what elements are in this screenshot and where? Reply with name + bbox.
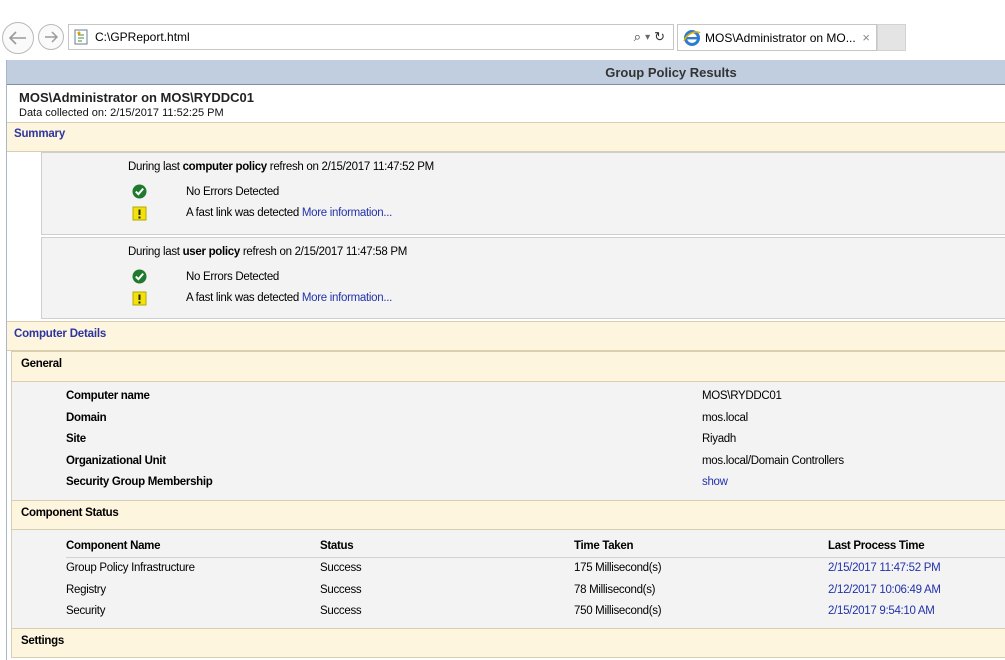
header-divider [66, 557, 1005, 558]
warning-icon [132, 291, 147, 306]
chevron-down-icon[interactable]: ▾ [645, 32, 650, 43]
warning-icon [132, 206, 147, 221]
computer-status-warn: A fast link was detected More informatio… [186, 207, 393, 219]
ie-logo-icon [683, 29, 701, 46]
browser-chrome: C:\GPReport.html ⌕ ▾ ↻ MOS\Administrator… [0, 0, 1005, 58]
section-component-status[interactable]: Component Status [11, 500, 1005, 530]
close-tab-icon[interactable]: × [862, 30, 870, 45]
user-status-warn: A fast link was detected More informatio… [186, 292, 393, 304]
back-button[interactable] [2, 22, 34, 54]
show-groups-link[interactable]: show [702, 476, 728, 488]
forward-arrow-icon [45, 31, 58, 43]
report-title: Group Policy Results [7, 60, 1005, 85]
section-summary[interactable]: Summary [7, 122, 1005, 152]
more-information-link[interactable]: More information... [302, 292, 392, 304]
report-header: MOS\Administrator on MOS\RYDDC01 Data co… [7, 85, 1005, 122]
report-heading: MOS\Administrator on MOS\RYDDC01 [19, 90, 254, 105]
last-process-time-link[interactable]: 2/15/2017 9:54:10 AM [828, 605, 935, 617]
data-collected: Data collected on: 2/15/2017 11:52:25 PM [19, 107, 224, 119]
page-icon [74, 29, 88, 45]
section-general[interactable]: General [11, 351, 1005, 382]
section-settings[interactable]: Settings [11, 628, 1005, 658]
user-refresh-line: During last user policy refresh on 2/15/… [128, 246, 407, 258]
check-icon [132, 269, 147, 284]
component-status-table: Component Name Status Time Taken Last Pr… [11, 530, 1005, 628]
address-text[interactable]: C:\GPReport.html [95, 30, 634, 44]
general-table: Computer name MOS\RYDDC01 Domain mos.local… [11, 382, 1005, 500]
browser-tab[interactable]: MOS\Administrator on MO... × [677, 24, 877, 51]
more-information-link[interactable]: More information... [302, 207, 392, 219]
gp-report: Group Policy Results MOS\Administrator o… [6, 60, 1005, 660]
address-bar[interactable]: C:\GPReport.html ⌕ ▾ ↻ [68, 24, 674, 50]
last-process-time-link[interactable]: 2/12/2017 10:06:49 AM [828, 584, 941, 596]
section-computer-details[interactable]: Computer Details [7, 321, 1005, 351]
refresh-icon[interactable]: ↻ [654, 29, 665, 45]
computer-status-ok: No Errors Detected [186, 186, 280, 198]
new-tab-button[interactable] [877, 24, 906, 51]
tab-title: MOS\Administrator on MO... [705, 30, 856, 45]
back-arrow-icon [9, 31, 26, 45]
user-status-ok: No Errors Detected [186, 271, 280, 283]
forward-button[interactable] [38, 24, 64, 50]
computer-policy-summary: During last computer policy refresh on 2… [41, 152, 1005, 235]
last-process-time-link[interactable]: 2/15/2017 11:47:52 PM [828, 562, 941, 574]
user-policy-summary: During last user policy refresh on 2/15/… [41, 237, 1005, 319]
computer-refresh-line: During last computer policy refresh on 2… [128, 161, 434, 173]
search-icon[interactable]: ⌕ [634, 29, 641, 45]
check-icon [132, 184, 147, 199]
